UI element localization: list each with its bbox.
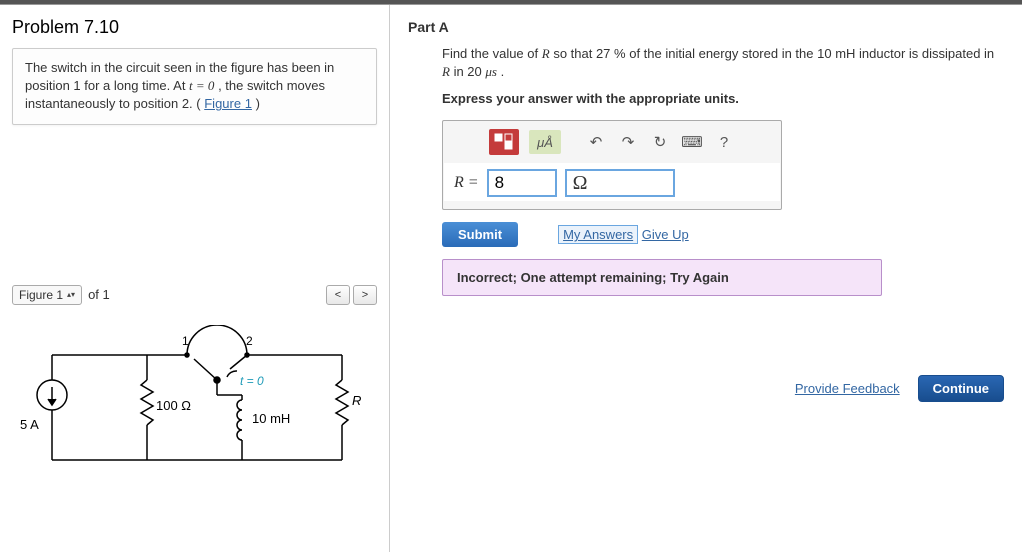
intro-text-3: )	[256, 96, 260, 111]
answer-toolbar: μÅ ↶ ↷ ↻ ⌨ ?	[443, 121, 781, 163]
answer-label: R =	[454, 174, 479, 192]
instruction: Express your answer with the appropriate…	[442, 91, 1004, 106]
question-text: Find the value of R so that 27 % of the …	[442, 45, 1002, 81]
undo-icon[interactable]: ↶	[585, 131, 607, 153]
keyboard-icon[interactable]: ⌨	[681, 131, 703, 153]
answer-value-input[interactable]	[487, 169, 557, 197]
q-mh: mH	[835, 46, 855, 61]
figure-link[interactable]: Figure 1	[204, 96, 252, 111]
help-icon[interactable]: ?	[713, 131, 735, 153]
src-label: 5 A	[20, 417, 39, 432]
r2-label: R	[352, 393, 361, 408]
reset-icon[interactable]: ↻	[649, 131, 671, 153]
figure-label: Figure 1	[19, 288, 63, 302]
problem-title: Problem 7.10	[12, 17, 377, 38]
pos2: 2	[246, 334, 253, 348]
answer-unit-input[interactable]: Ω	[565, 169, 675, 197]
figure-next-button[interactable]: >	[353, 285, 377, 305]
my-answers-link[interactable]: My Answers	[558, 225, 638, 244]
redo-icon[interactable]: ↷	[617, 131, 639, 153]
circuit-figure: 5 A 100 Ω 10 mH R 1 2 t = 0	[12, 325, 372, 485]
figure-bar: Figure 1 ▴▾ of 1 < >	[12, 285, 377, 305]
q-m3: inductor is dissipated in	[859, 46, 994, 61]
feedback-box: Incorrect; One attempt remaining; Try Ag…	[442, 259, 882, 296]
right-pane: Part A Find the value of R so that 27 % …	[390, 5, 1022, 552]
give-up-link[interactable]: Give Up	[642, 227, 689, 242]
link-group: My Answers Give Up	[558, 227, 689, 242]
pos1: 1	[182, 334, 189, 348]
figure-of: of 1	[88, 287, 110, 302]
r1-label: 100 Ω	[156, 398, 191, 413]
left-pane: Problem 7.10 The switch in the circuit s…	[0, 5, 390, 552]
intro-box: The switch in the circuit seen in the fi…	[12, 48, 377, 125]
figure-select[interactable]: Figure 1 ▴▾	[12, 285, 82, 305]
q-pre: Find the value of	[442, 46, 542, 61]
q-percent: %	[614, 46, 626, 61]
L-label: 10 mH	[252, 411, 290, 426]
submit-button[interactable]: Submit	[442, 222, 518, 247]
q-mus: μs	[485, 64, 497, 79]
q-end: .	[501, 64, 505, 79]
answer-panel: μÅ ↶ ↷ ↻ ⌨ ? R = Ω	[442, 120, 782, 210]
q-r: R	[542, 46, 550, 61]
figure-prev-button[interactable]: <	[326, 285, 350, 305]
q-m2: of the initial energy stored in the 10	[629, 46, 835, 61]
intro-eq: t = 0	[189, 78, 214, 93]
stepper-icon: ▴▾	[67, 292, 75, 297]
t0-label: t = 0	[240, 374, 264, 388]
q-m1: so that 27	[553, 46, 614, 61]
continue-button[interactable]: Continue	[918, 375, 1004, 402]
templates-icon[interactable]	[489, 129, 519, 155]
part-a-title: Part A	[408, 19, 1004, 35]
units-icon[interactable]: μÅ	[529, 130, 561, 154]
q-m4: in 20	[454, 64, 486, 79]
q-r2: R	[442, 64, 450, 79]
provide-feedback-link[interactable]: Provide Feedback	[795, 381, 900, 396]
